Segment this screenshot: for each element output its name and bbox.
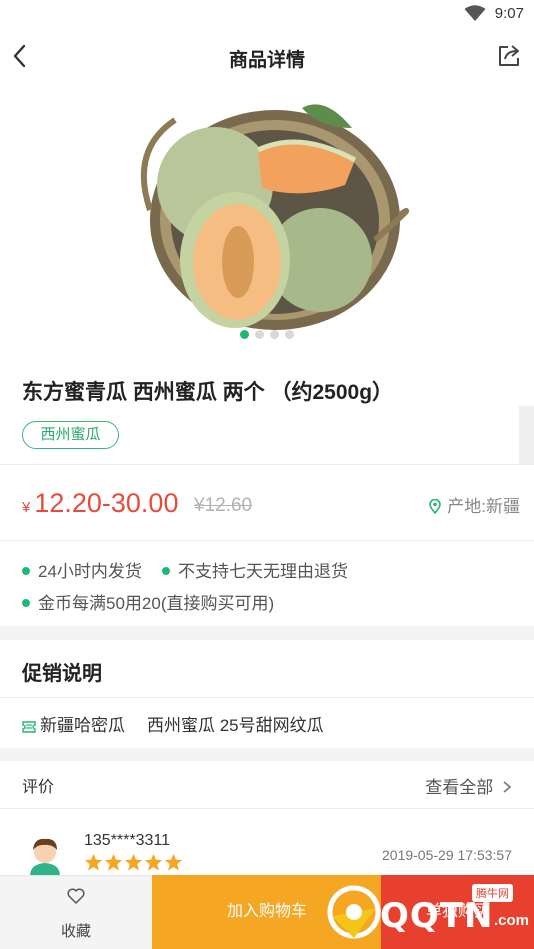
page-title: 商品详情: [228, 50, 305, 71]
avatar: [30, 838, 60, 876]
coupon-icon: [22, 721, 36, 733]
star-icon: [144, 853, 163, 871]
product-title: 东方蜜青瓜 西州蜜瓜 两个 （约2500g）: [22, 381, 394, 404]
star-icon: [104, 853, 123, 871]
watermark-logo-icon: [327, 885, 381, 939]
heart-icon: [67, 888, 85, 904]
review-date: 2019-05-29 17:53:57: [382, 847, 512, 863]
melon-product-photo: [140, 104, 410, 330]
service-item: 金币每满50用20(直接购买可用): [22, 589, 274, 614]
bullet-icon: [22, 567, 30, 575]
chevron-right-icon: [503, 781, 512, 793]
promotion-item: 西州蜜瓜 25号甜网纹瓜: [147, 716, 324, 735]
promotion-title: 促销说明: [22, 663, 102, 685]
bullet-icon: [22, 599, 30, 607]
origin-label: 产地:新疆: [447, 497, 520, 516]
divider: [0, 540, 534, 541]
watermark-tag: 腾牛网: [472, 884, 513, 902]
star-rating: [84, 853, 184, 872]
currency-symbol: ¥: [22, 499, 31, 516]
gallery-dot[interactable]: [270, 330, 279, 339]
divider: [0, 697, 534, 698]
star-icon: [84, 853, 103, 871]
origin-info: 产地:新疆: [429, 492, 520, 517]
favorite-label: 收藏: [60, 923, 91, 940]
watermark-text: QQTN: [380, 896, 494, 936]
promotion-item: 新疆哈密瓜: [40, 716, 125, 735]
bullet-icon: [162, 567, 170, 575]
view-all-reviews-link[interactable]: 查看全部: [425, 773, 512, 798]
reviewer-name: 135****3311: [84, 832, 171, 849]
gallery-dot[interactable]: [255, 330, 264, 339]
original-price: ¥12.60: [194, 495, 253, 516]
product-tag[interactable]: 西州蜜瓜: [22, 421, 119, 449]
watermark: QQTN .com 腾牛网: [324, 880, 534, 946]
price: ¥12.20-30.00: [22, 488, 178, 519]
side-scroll-indicator: [519, 406, 534, 464]
favorite-button[interactable]: 收藏: [0, 875, 152, 949]
price-value: 12.20-30.00: [34, 488, 179, 518]
product-image-gallery[interactable]: [0, 90, 534, 345]
divider: [0, 464, 534, 465]
star-icon: [164, 853, 183, 871]
gallery-dot[interactable]: [240, 330, 249, 339]
share-icon[interactable]: [496, 43, 522, 69]
navigation-bar: 商品详情: [0, 28, 534, 84]
wifi-icon: [464, 5, 486, 21]
section-gap: [0, 626, 534, 640]
status-time: 9:07: [494, 5, 524, 22]
gallery-pagination: [0, 330, 534, 339]
section-gap: [0, 748, 534, 761]
divider: [0, 808, 534, 809]
gallery-dot[interactable]: [285, 330, 294, 339]
reviews-title: 评价: [22, 779, 55, 796]
star-icon: [124, 853, 143, 871]
location-pin-icon: [429, 498, 442, 515]
promotion-row[interactable]: 新疆哈密瓜 西州蜜瓜 25号甜网纹瓜: [22, 711, 324, 736]
service-item: 不支持七天无理由退货: [162, 557, 348, 582]
service-item: 24小时内发货: [22, 557, 142, 582]
watermark-suffix: .com: [494, 912, 530, 929]
status-bar: 9:07: [0, 0, 534, 28]
